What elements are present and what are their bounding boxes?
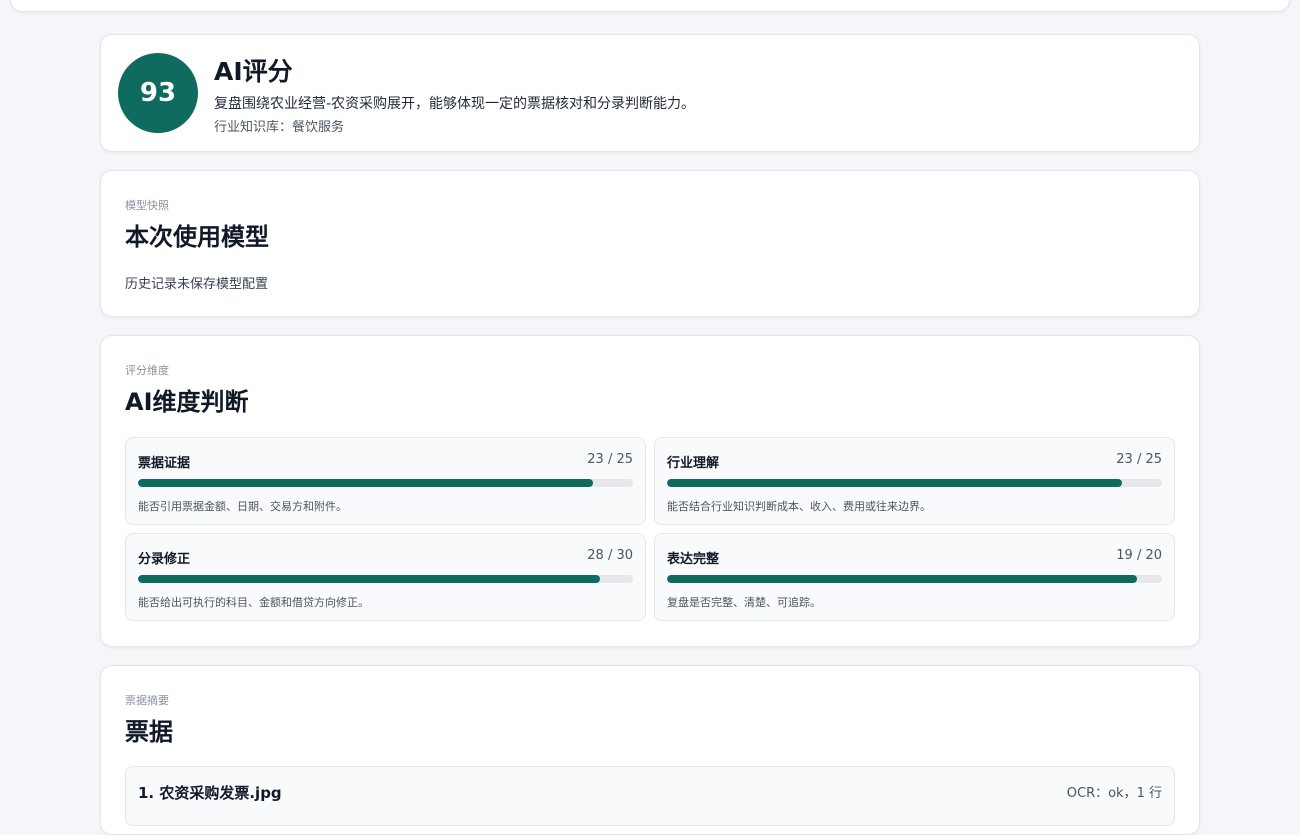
model-snapshot-card: 模型快照 本次使用模型 历史记录未保存模型配置 bbox=[100, 170, 1200, 317]
receipt-eyebrow: 票据摘要 bbox=[125, 694, 169, 707]
ai-score-card: 93 AI评分 复盘围绕农业经营-农资采购展开，能够体现一定的票据核对和分录判断… bbox=[100, 34, 1200, 152]
knowledge-base-label: 行业知识库：餐饮服务 bbox=[214, 120, 345, 135]
receipt-file-name: 1. 农资采购发票.jpg bbox=[138, 784, 282, 802]
dimension-score: 23 / 25 bbox=[587, 452, 633, 467]
dimension-progress-track bbox=[667, 479, 1162, 487]
dimension-progress-track bbox=[138, 479, 633, 487]
dimension-score: 28 / 30 bbox=[587, 548, 633, 563]
dimension-progress-fill bbox=[667, 479, 1123, 487]
model-title: 本次使用模型 bbox=[125, 223, 269, 251]
top-panel-edge bbox=[10, 0, 1290, 12]
dimension-title: AI维度判断 bbox=[125, 388, 249, 416]
score-summary: 复盘围绕农业经营-农资采购展开，能够体现一定的票据核对和分录判断能力。 bbox=[214, 96, 696, 112]
dimension-item-receipt-evidence: 票据证据 23 / 25 能否引用票据金额、日期、交易方和附件。 bbox=[125, 437, 646, 525]
dimension-item-entry-correction: 分录修正 28 / 30 能否给出可执行的科目、金额和借贷方向修正。 bbox=[125, 533, 646, 621]
score-title: AI评分 bbox=[214, 57, 293, 86]
dimension-name: 票据证据 bbox=[138, 456, 191, 471]
dimension-progress-track bbox=[138, 575, 633, 583]
dimension-name: 分录修正 bbox=[138, 552, 191, 567]
dimension-progress-fill bbox=[138, 575, 600, 583]
dimension-description: 能否给出可执行的科目、金额和借贷方向修正。 bbox=[138, 596, 369, 609]
dimension-card: 评分维度 AI维度判断 票据证据 23 / 25 能否引用票据金额、日期、交易方… bbox=[100, 335, 1200, 647]
model-note: 历史记录未保存模型配置 bbox=[125, 277, 269, 292]
dimension-eyebrow: 评分维度 bbox=[125, 364, 169, 377]
dimension-item-industry-understanding: 行业理解 23 / 25 能否结合行业知识判断成本、收入、费用或往来边界。 bbox=[654, 437, 1175, 525]
dimension-score: 23 / 25 bbox=[1116, 452, 1162, 467]
score-badge: 93 bbox=[118, 53, 198, 133]
dimension-name: 行业理解 bbox=[667, 456, 720, 471]
dimension-progress-track bbox=[667, 575, 1162, 583]
receipt-ocr-status: OCR：ok，1 行 bbox=[1066, 786, 1162, 801]
dimension-name: 表达完整 bbox=[667, 552, 720, 567]
model-eyebrow: 模型快照 bbox=[125, 199, 169, 212]
dimension-progress-fill bbox=[667, 575, 1138, 583]
dimension-score: 19 / 20 bbox=[1116, 548, 1162, 563]
dimension-progress-fill bbox=[138, 479, 594, 487]
dimension-description: 能否结合行业知识判断成本、收入、费用或往来边界。 bbox=[667, 500, 931, 513]
dimension-item-expression-completeness: 表达完整 19 / 20 复盘是否完整、清楚、可追踪。 bbox=[654, 533, 1175, 621]
dimension-description: 能否引用票据金额、日期、交易方和附件。 bbox=[138, 500, 347, 513]
dimension-description: 复盘是否完整、清楚、可追踪。 bbox=[667, 596, 821, 609]
receipt-item[interactable]: 1. 农资采购发票.jpg OCR：ok，1 行 bbox=[125, 766, 1175, 826]
receipt-title: 票据 bbox=[125, 718, 173, 746]
